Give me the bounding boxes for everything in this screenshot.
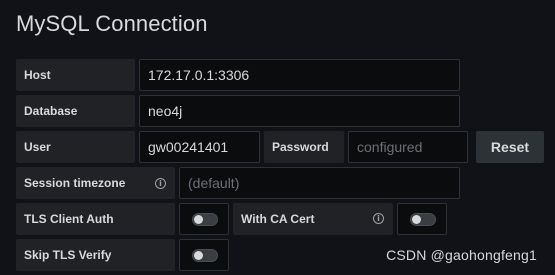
page-title: MySQL Connection bbox=[16, 11, 208, 36]
skip-tls-verify-switch-box bbox=[179, 239, 229, 271]
session-timezone-label: Session timezone bbox=[16, 167, 175, 199]
with-ca-cert-switch-box bbox=[397, 203, 447, 235]
info-icon[interactable]: i bbox=[155, 178, 166, 189]
with-ca-cert-toggle[interactable] bbox=[410, 213, 436, 226]
toggle-knob bbox=[412, 215, 421, 224]
tls-client-auth-toggle[interactable] bbox=[192, 213, 218, 226]
info-icon[interactable]: i bbox=[373, 213, 384, 224]
reset-button[interactable]: Reset bbox=[476, 131, 544, 163]
database-input[interactable]: neo4j bbox=[139, 95, 460, 127]
session-timezone-label-text: Session timezone bbox=[24, 176, 126, 190]
tls-client-auth-label: TLS Client Auth bbox=[16, 203, 175, 235]
host-label: Host bbox=[16, 59, 135, 91]
toggle-knob bbox=[194, 251, 203, 260]
with-ca-cert-label-text: With CA Cert bbox=[241, 212, 315, 226]
skip-tls-verify-toggle[interactable] bbox=[192, 249, 218, 262]
database-label: Database bbox=[16, 95, 135, 127]
skip-tls-verify-label: Skip TLS Verify bbox=[16, 239, 175, 271]
user-input[interactable]: gw00241401 bbox=[139, 131, 260, 163]
password-input[interactable]: configured bbox=[348, 131, 468, 163]
toggle-knob bbox=[194, 215, 203, 224]
user-label: User bbox=[16, 131, 135, 163]
watermark: CSDN @gaohongfeng1 bbox=[386, 247, 537, 263]
with-ca-cert-label: With CA Cert bbox=[233, 203, 393, 235]
session-timezone-input[interactable]: (default) bbox=[179, 167, 460, 199]
tls-client-auth-switch-box bbox=[179, 203, 229, 235]
host-input[interactable]: 172.17.0.1:3306 bbox=[139, 59, 460, 91]
password-label: Password bbox=[264, 131, 344, 163]
